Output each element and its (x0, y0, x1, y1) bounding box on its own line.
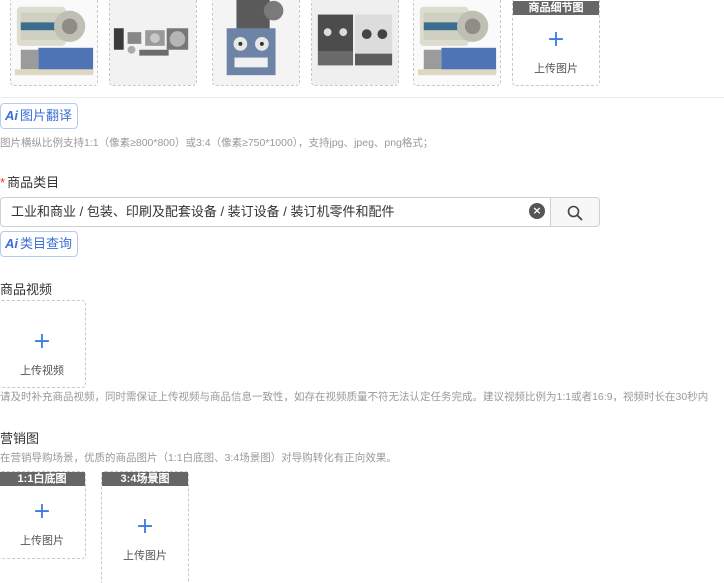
white-bg-image-upload[interactable]: 1:1白底图 + 上传图片 (0, 471, 86, 559)
product-photo-feeder (11, 0, 97, 85)
category-input[interactable]: 工业和商业 / 包装、印刷及配套设备 / 装订设备 / 装订机零件和配件 (0, 197, 551, 227)
category-query-button[interactable]: Ai 类目查询 (0, 231, 79, 257)
image-translate-button[interactable]: Ai 图片翻译 (0, 103, 79, 129)
upload-label: 上传图片 (123, 550, 167, 562)
search-button[interactable] (550, 197, 600, 227)
scene-tag: 3:4场景图 (102, 472, 188, 486)
product-photo-dual-units (312, 0, 398, 85)
video-title: 商品视频 (0, 282, 53, 297)
scene-image-upload[interactable]: 3:4场景图 + 上传图片 (101, 471, 189, 583)
upload-label: 上传图片 (534, 63, 578, 75)
detail-image-tag: 商品细节图 (513, 1, 599, 15)
plus-icon: + (32, 329, 52, 354)
divider (0, 97, 724, 98)
product-photo-control-panel (213, 0, 299, 85)
plus-icon: + (32, 499, 52, 524)
plus-icon: + (546, 27, 566, 52)
product-photo-feeder-side (414, 0, 500, 85)
ai-icon: Ai (5, 108, 18, 123)
detail-image-upload[interactable]: 商品细节图 + 上传图片 (512, 0, 600, 86)
white-bg-tag: 1:1白底图 (0, 472, 85, 486)
clear-icon[interactable]: × (529, 203, 545, 219)
upload-video-label: 上传视频 (20, 365, 64, 377)
ai-icon: Ai (5, 236, 18, 251)
product-image-5[interactable] (413, 0, 501, 86)
video-upload[interactable]: + 上传视频 (0, 300, 86, 388)
search-icon (567, 205, 583, 221)
product-image-1[interactable] (10, 0, 98, 86)
product-image-3[interactable] (212, 0, 300, 86)
product-photo-parts (110, 0, 196, 85)
category-query-label: 类目查询 (20, 236, 73, 251)
required-mark: * (0, 175, 6, 190)
video-hint: 请及时补充商品视频，同时需保证上传视频与商品信息一致性，如存在视频质量不符无法认… (0, 391, 709, 403)
category-title: * 商品类目 (0, 175, 60, 190)
upload-label: 上传图片 (20, 535, 64, 547)
image-format-hint: 图片横纵比例支持1:1（像素≥800*800）或3:4（像素≥750*1000）… (0, 137, 434, 149)
product-image-2[interactable] (109, 0, 197, 86)
image-translate-label: 图片翻译 (20, 108, 73, 123)
product-image-4[interactable] (311, 0, 399, 86)
marketing-title: 营销图 (0, 431, 40, 446)
plus-icon: + (135, 514, 155, 539)
marketing-hint: 在营销导购场景，优质的商品图片（1:1白底图、3:4场景图）对导购转化有正向效果… (0, 452, 397, 464)
